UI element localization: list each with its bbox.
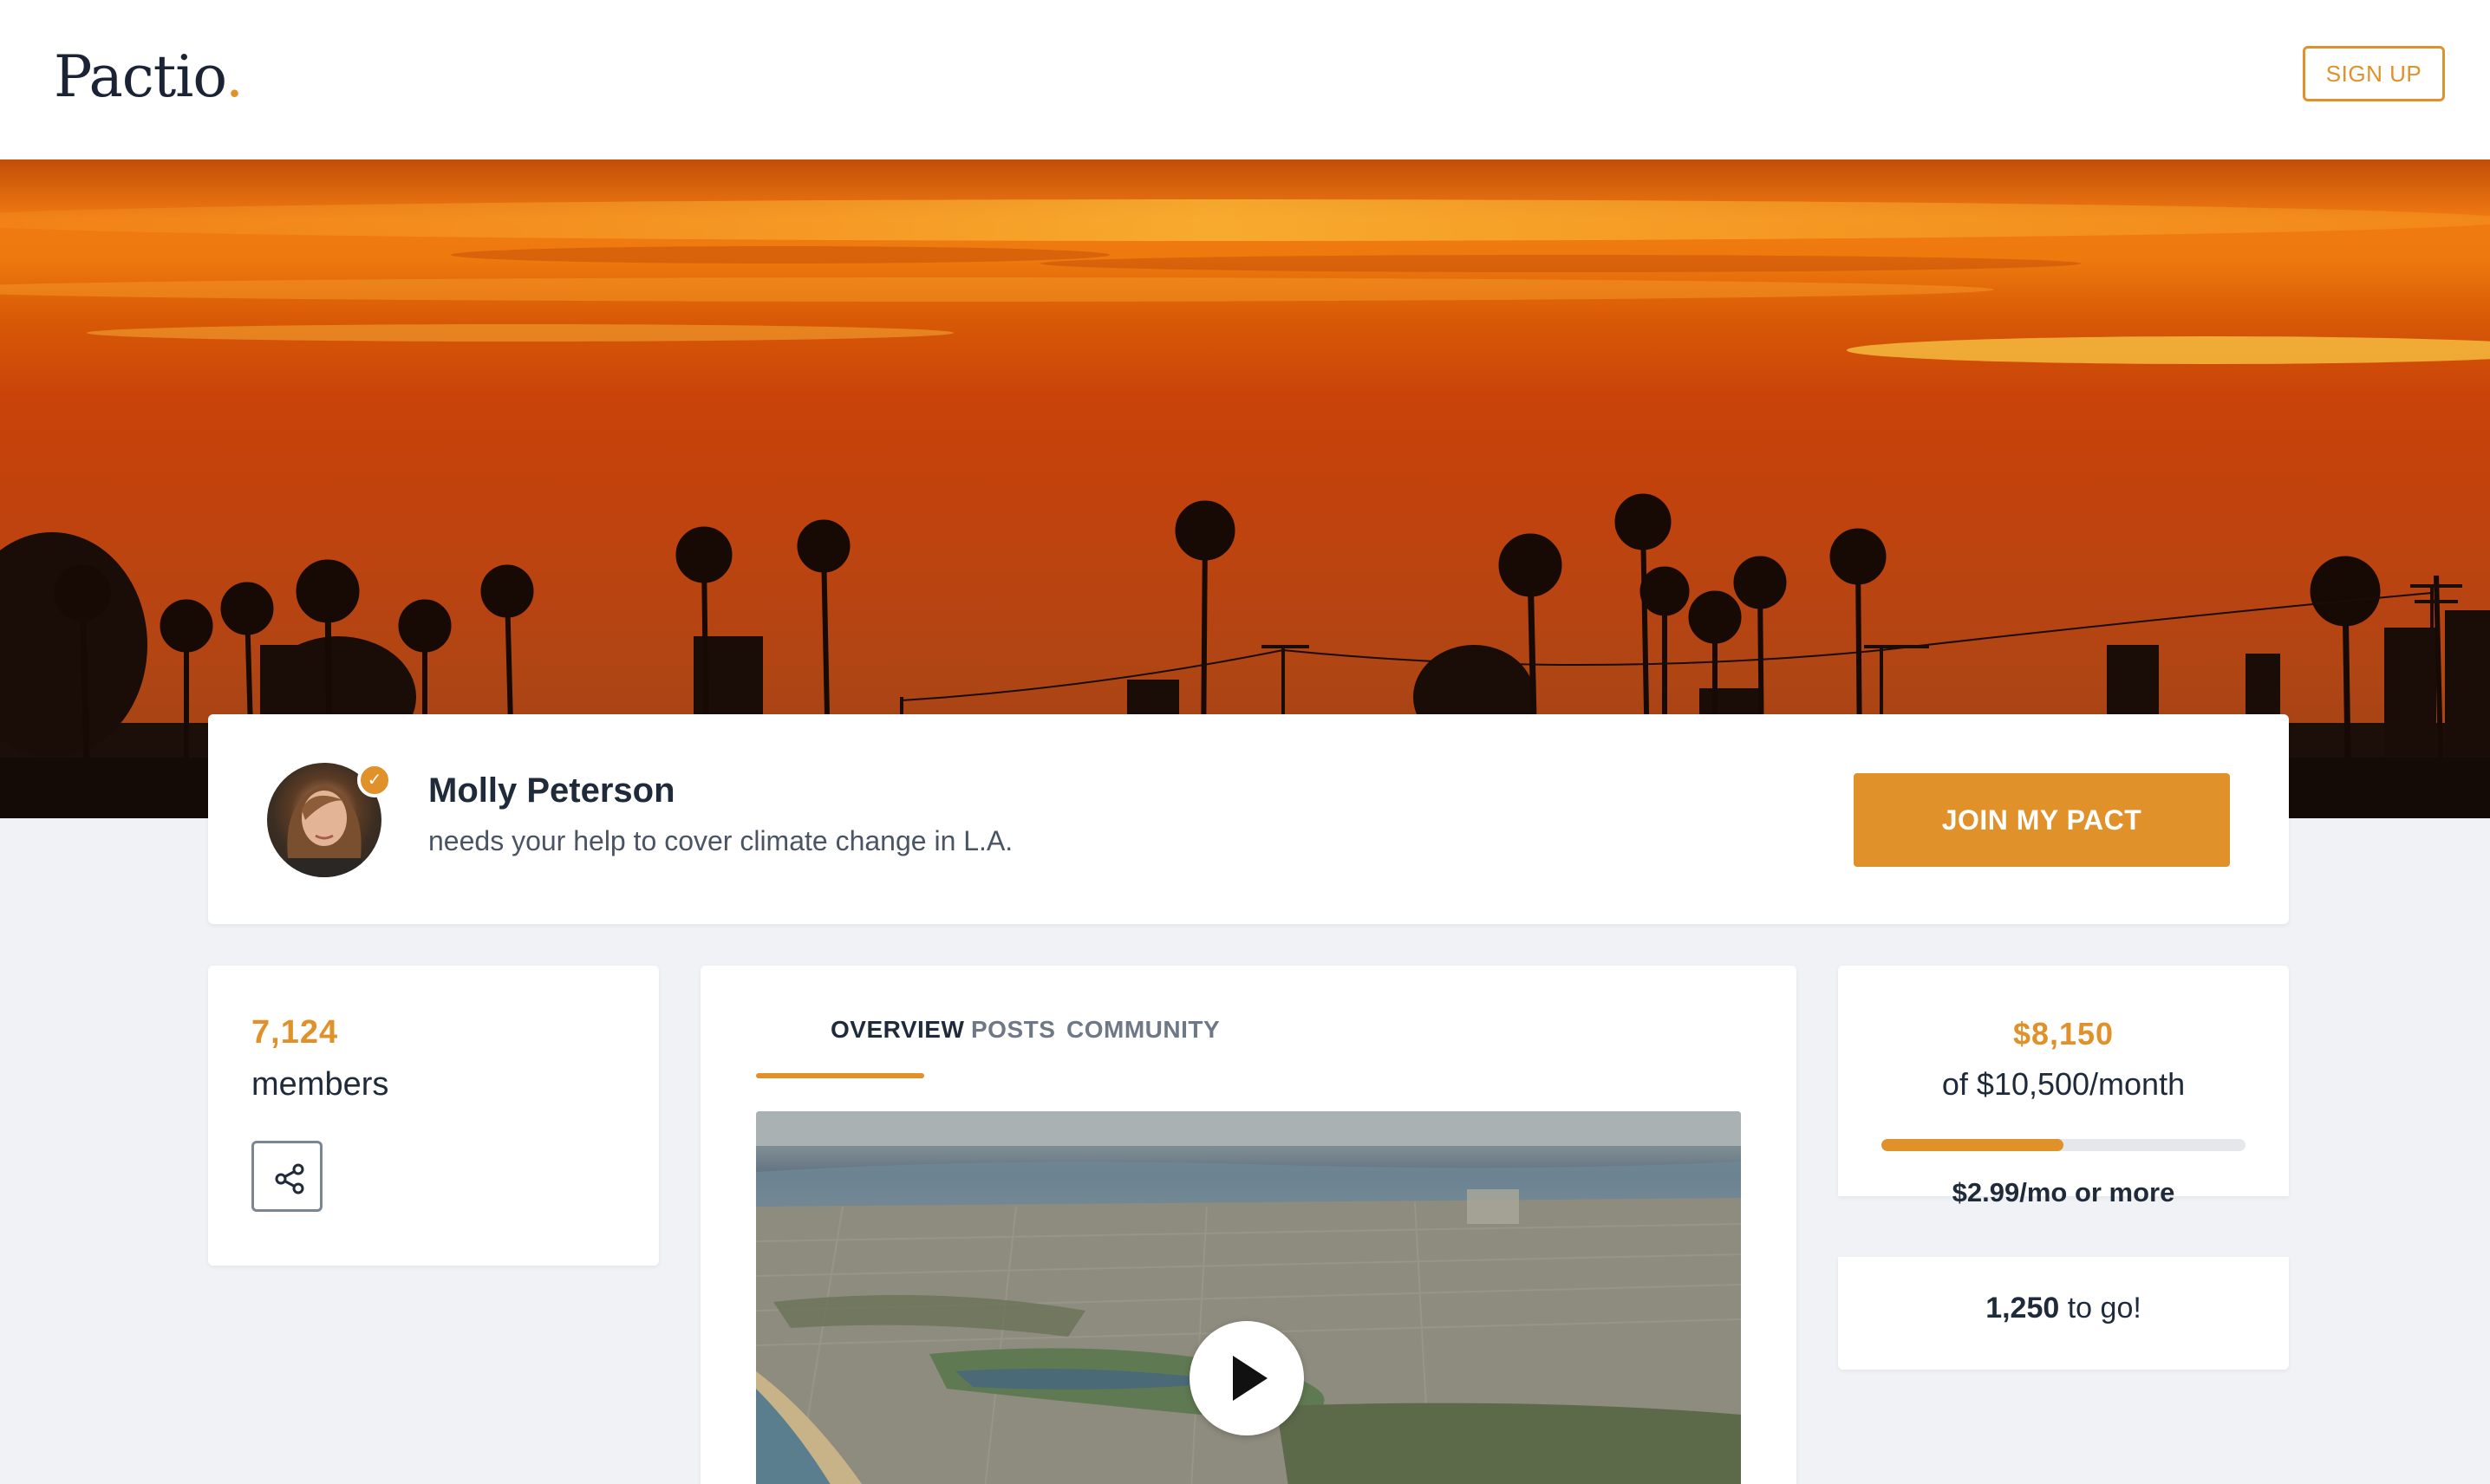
tab-overview[interactable]: OVERVIEW <box>831 1016 964 1044</box>
profile-card: ✓ Molly Peterson needs your help to cove… <box>208 714 2289 924</box>
play-icon <box>1233 1356 1268 1401</box>
minimum-pledge: $2.99/mo or more <box>1952 1177 2175 1207</box>
members-card: 7,124 members <box>208 966 659 1266</box>
share-button[interactable] <box>251 1141 323 1212</box>
remaining-amount: 1,250 <box>1985 1292 2060 1325</box>
check-icon: ✓ <box>367 771 382 790</box>
active-tab-indicator <box>756 1073 924 1078</box>
sign-up-button[interactable]: SIGN UP <box>2303 46 2445 101</box>
video-player[interactable] <box>756 1111 1741 1484</box>
logo-dot: . <box>225 43 244 110</box>
funding-progress-fill <box>1881 1139 2063 1151</box>
join-pact-button[interactable]: JOIN MY PACT <box>1854 773 2230 867</box>
funding-amount: $8,150 <box>2012 1016 2115 1051</box>
members-label: members <box>251 1066 389 1103</box>
share-icon <box>275 1163 304 1194</box>
remaining-card: 1,250 to go! <box>1838 1257 2289 1370</box>
verified-badge: ✓ <box>357 763 392 797</box>
tab-posts[interactable]: POSTS <box>971 1016 1055 1044</box>
funding-target: of $10,500/month <box>1941 1066 2186 1102</box>
members-count: 7,124 <box>251 1014 339 1051</box>
funding-goal-card: $8,150 of $10,500/month $2.99/mo or more <box>1838 966 2289 1207</box>
creator-name: Molly Peterson <box>428 771 675 810</box>
play-button[interactable] <box>1190 1321 1304 1435</box>
tab-community[interactable]: COMMUNITY <box>1066 1016 1220 1044</box>
funding-progress-bar <box>1881 1139 2246 1151</box>
pactio-logo[interactable]: Pactio. <box>54 38 244 116</box>
creator-tagline: needs your help to cover climate change … <box>428 825 1014 856</box>
top-nav: Pactio. SIGN UP <box>0 0 2490 159</box>
remaining-text: 1,250 to go! <box>1838 1292 2289 1325</box>
remaining-suffix: to go! <box>2059 1292 2141 1325</box>
main-content-card: OVERVIEW POSTS COMMUNITY <box>701 966 1796 1484</box>
logo-text: Pactio <box>54 43 226 110</box>
